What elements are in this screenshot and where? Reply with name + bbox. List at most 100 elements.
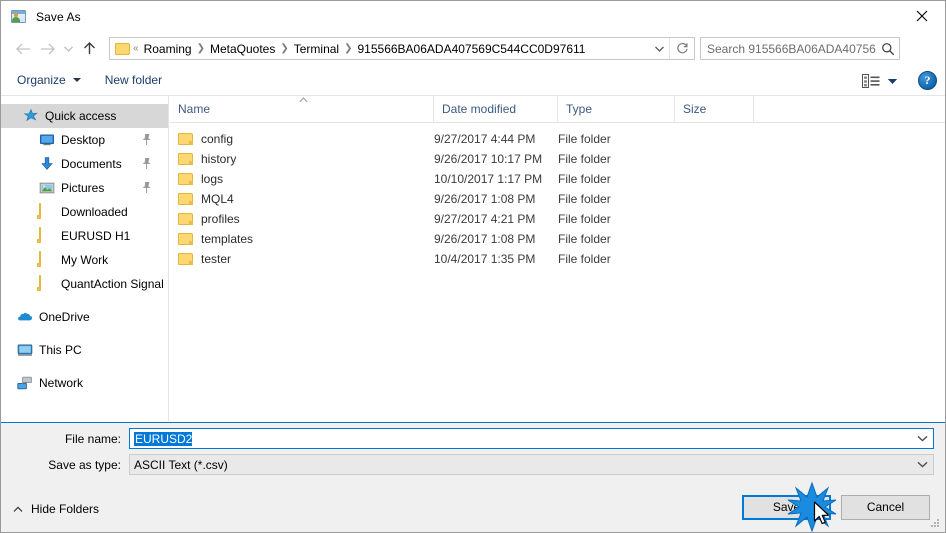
folder-icon [178,133,193,145]
table-row[interactable]: logs 10/10/2017 1:17 PM File folder [170,169,945,189]
address-bar[interactable]: « Roaming ❯ MetaQuotes ❯ Terminal ❯ 9155… [109,37,695,60]
search-icon [877,39,899,59]
breadcrumb-separator: ❯ [196,43,205,54]
sidebar-item-network[interactable]: Network [1,371,168,395]
save-as-type-dropdown-button[interactable] [911,455,933,474]
file-date-cell: 9/26/2017 1:08 PM [434,192,536,206]
new-folder-button[interactable]: New folder [97,68,170,92]
address-dropdown-button[interactable] [649,38,669,59]
close-icon [916,10,928,22]
pin-icon[interactable] [141,181,152,194]
file-date-cell: 10/4/2017 1:35 PM [434,252,536,266]
column-header-date-modified[interactable]: Date modified [433,96,557,122]
file-name-cell: templates [178,229,253,249]
sidebar-item-label: Desktop [61,133,106,147]
pin-icon[interactable] [141,133,152,146]
network-icon [17,375,33,391]
table-row[interactable]: history 9/26/2017 10:17 PM File folder [170,149,945,169]
file-name-label: templates [201,232,254,246]
sidebar-item-onedrive[interactable]: OneDrive [1,305,168,329]
sidebar-item-downloaded[interactable]: Downloaded [1,200,168,224]
column-header-size[interactable]: Size [674,96,753,122]
sidebar-item-label: This PC [39,343,82,357]
pictures-icon [39,180,55,196]
sidebar-item-this-pc[interactable]: This PC [1,338,168,362]
table-row[interactable]: profiles 9/27/2017 4:21 PM File folder [170,209,945,229]
chevron-up-icon [13,506,23,512]
back-button[interactable] [11,37,35,61]
file-type-cell: File folder [558,192,611,206]
navigation-pane[interactable]: Quick access Desktop Documents Pictures … [1,96,169,421]
file-name-label: File name: [64,432,121,446]
recent-locations-button[interactable] [59,37,77,61]
sidebar-item-label: Quick access [45,109,117,123]
file-name-label: history [201,152,237,166]
sidebar-item-pictures[interactable]: Pictures [1,176,168,200]
sidebar-item-label: OneDrive [39,310,90,324]
folder-icon [178,253,193,265]
cancel-button[interactable]: Cancel [841,495,930,520]
search-input[interactable]: Search 915566BA06ADA40756... [707,42,877,56]
sidebar-item-documents[interactable]: Documents [1,152,168,176]
refresh-button[interactable] [669,38,694,59]
table-row[interactable]: templates 9/26/2017 1:08 PM File folder [170,229,945,249]
breadcrumb-overflow[interactable]: « [132,43,140,54]
breadcrumb-item-roaming[interactable]: Roaming [140,40,196,58]
chevron-down-icon [887,78,898,84]
save-as-type-select[interactable]: ASCII Text (*.csv) [129,454,934,475]
sidebar-item-quick-access[interactable]: Quick access [1,104,168,128]
save-button[interactable]: Save [742,495,831,520]
file-date-cell: 9/27/2017 4:21 PM [434,212,536,226]
folder-icon [39,203,55,220]
file-name-cell: tester [178,249,231,269]
file-name-dropdown-button[interactable] [911,429,933,448]
column-header-spacer [753,96,783,122]
dialog-body: Quick access Desktop Documents Pictures … [1,96,945,421]
help-button[interactable]: ? [918,71,937,90]
sidebar-item-quantaction-signal[interactable]: QuantAction Signal [1,272,168,296]
table-row[interactable]: tester 10/4/2017 1:35 PM File folder [170,249,945,269]
up-one-level-button[interactable] [77,37,101,61]
breadcrumb-item-metaquotes[interactable]: MetaQuotes [206,40,279,58]
folder-icon [178,213,193,225]
forward-arrow-icon [40,43,55,54]
chevron-down-icon [917,461,927,468]
forward-button[interactable] [35,37,59,61]
breadcrumb-item-terminal[interactable]: Terminal [290,40,343,58]
view-layout-icon [862,73,880,88]
file-type-cell: File folder [558,172,611,186]
resize-grip-icon[interactable] [929,517,941,529]
breadcrumb-item-terminal-id[interactable]: 915566BA06ADA407569C544CC0D97611 [354,40,590,58]
onedrive-cloud-icon [17,309,33,325]
close-button[interactable] [899,1,945,31]
search-box[interactable]: Search 915566BA06ADA40756... [700,37,900,60]
pin-icon[interactable] [141,157,152,170]
save-as-icon [11,9,27,25]
view-layout-button[interactable] [862,73,880,89]
chevron-down-icon [63,46,73,52]
organize-button[interactable]: Organize [9,68,89,92]
hide-folders-button[interactable]: Hide Folders [13,502,99,516]
file-name-label: config [201,132,234,146]
file-type-cell: File folder [558,232,611,246]
table-row[interactable]: MQL4 9/26/2017 1:08 PM File folder [170,189,945,209]
file-list-pane[interactable]: Name Date modified Type Size config 9/27… [170,96,945,421]
sidebar-item-desktop[interactable]: Desktop [1,128,168,152]
new-folder-label: New folder [104,73,163,87]
sidebar-item-label: Downloaded [61,205,128,219]
file-name-input[interactable]: EURUSD2 [129,428,934,449]
column-header-type[interactable]: Type [557,96,674,122]
view-dropdown-button[interactable] [887,74,898,88]
sidebar-item-label: QuantAction Signal [61,277,164,291]
command-bar-right: ? [862,65,937,96]
folder-icon [178,233,193,245]
file-name-label: logs [201,172,224,186]
folder-icon [115,42,130,55]
file-name-value[interactable]: EURUSD2 [130,431,911,446]
chevron-down-icon [72,78,81,82]
hide-folders-label: Hide Folders [31,502,100,516]
table-row[interactable]: config 9/27/2017 4:44 PM File folder [170,129,945,149]
file-name-cell: history [178,149,236,169]
sidebar-item-eurusd-h1[interactable]: EURUSD H1 [1,224,168,248]
sidebar-item-my-work[interactable]: My Work [1,248,168,272]
